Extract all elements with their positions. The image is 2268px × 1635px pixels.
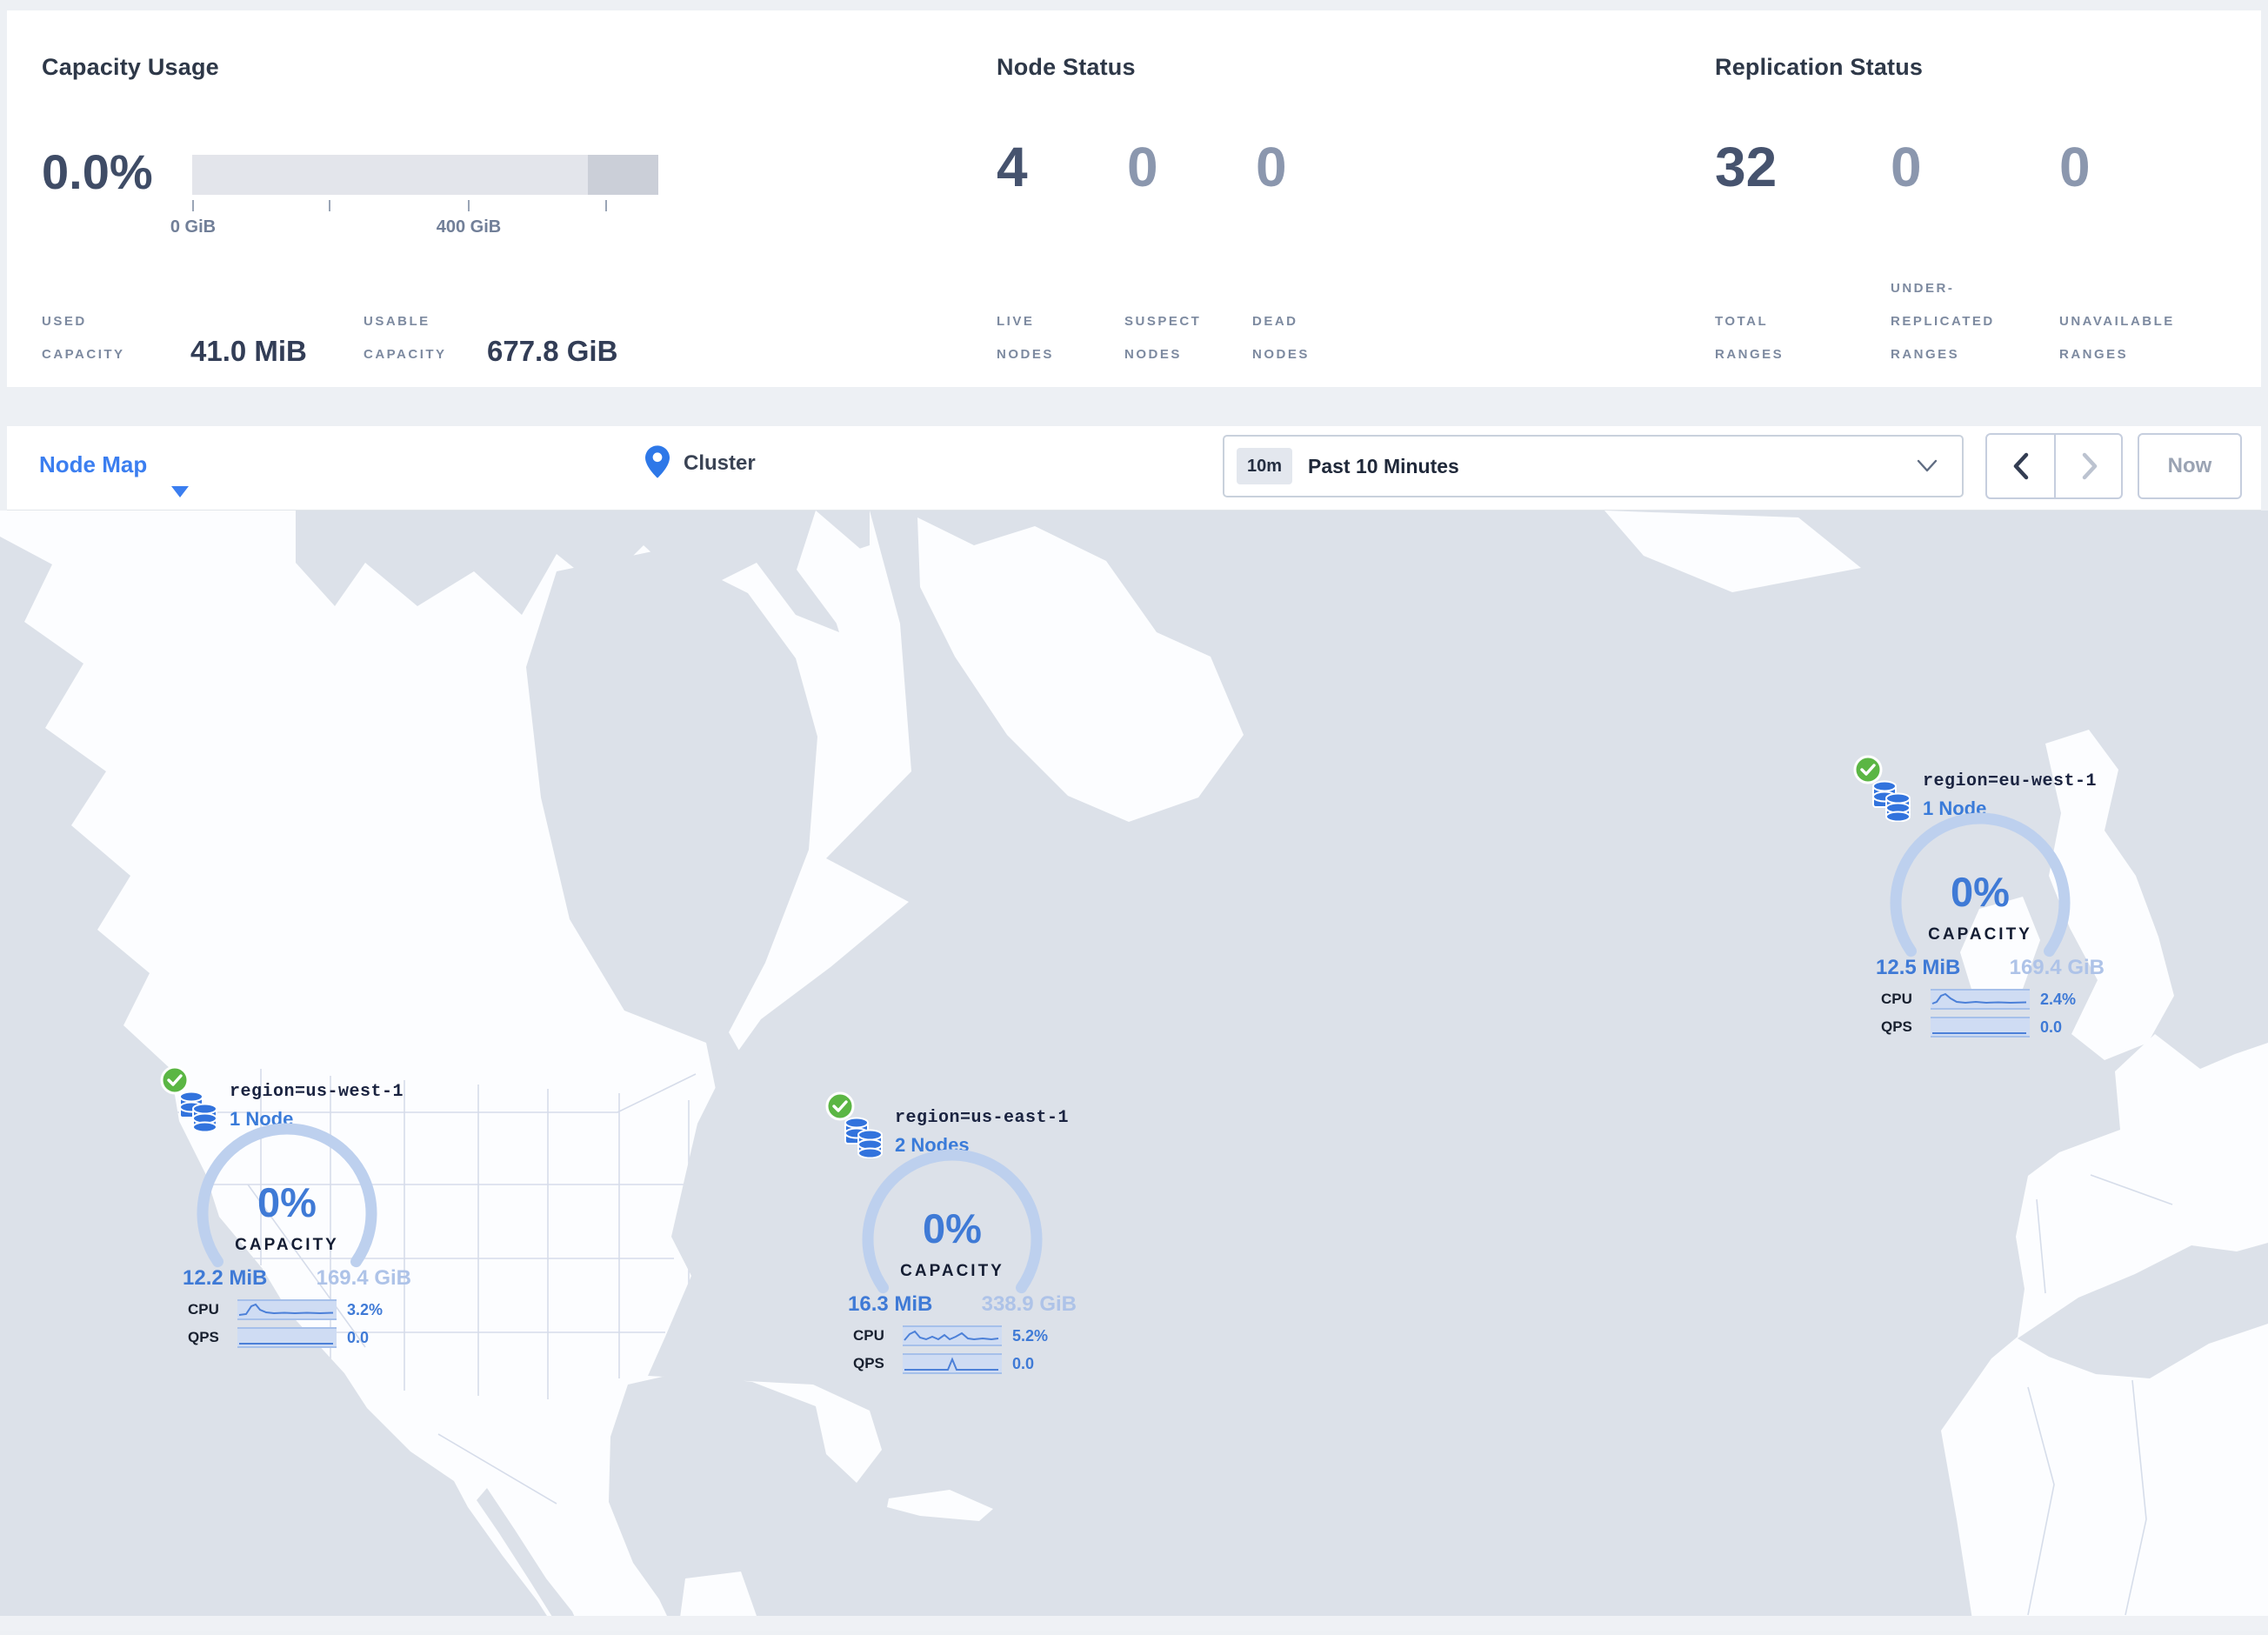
capacity-bar-nonusable-segment	[588, 155, 658, 195]
view-selector-dropdown[interactable]: Node Map	[39, 451, 189, 497]
time-step-forward-button[interactable]	[2056, 435, 2123, 497]
capacity-percent: 0%	[923, 1205, 982, 1251]
qps-label: QPS	[1881, 1018, 1912, 1035]
capacity-tick	[468, 200, 470, 211]
capacity-usage-title: Capacity Usage	[42, 54, 219, 80]
qps-sparkline	[237, 1327, 337, 1348]
total-capacity: 169.4 GiB	[316, 1266, 411, 1290]
time-range-badge: 10m	[1237, 448, 1293, 484]
locality-marker-us-west-1[interactable]: region=us-west-1 1 Node 0% CAPACITY 12.2…	[159, 1064, 446, 1353]
capacity-used-percent: 0.0%	[42, 144, 153, 199]
total-ranges-count: 32	[1715, 136, 1778, 198]
dead-nodes-label: DEAD NODES	[1252, 314, 1310, 362]
capacity-tick	[329, 200, 330, 211]
unavailable-ranges-count: 0	[2059, 136, 2091, 198]
dead-nodes-count: 0	[1256, 136, 1287, 198]
capacity-bar	[192, 155, 658, 195]
capacity-tick	[192, 200, 194, 211]
cpu-sparkline	[903, 1325, 1002, 1346]
breadcrumb-cluster-label: Cluster	[684, 451, 756, 475]
time-step-back-button[interactable]	[1987, 435, 2054, 497]
usable-capacity-label: USABLE CAPACITY	[364, 314, 447, 362]
total-capacity: 338.9 GiB	[981, 1292, 1077, 1316]
capacity-percent: 0%	[257, 1179, 317, 1225]
qps-value: 0.0	[347, 1329, 370, 1346]
cpu-sparkline	[237, 1299, 337, 1320]
cpu-label: CPU	[853, 1327, 884, 1344]
qps-sparkline	[903, 1353, 1002, 1374]
used-capacity-label: USED CAPACITY	[42, 314, 125, 362]
total-capacity: 169.4 GiB	[2009, 956, 2105, 979]
under-replicated-ranges-label: UNDER-REPLICATED RANGES	[1891, 281, 1995, 362]
cluster-summary-panel: Capacity Usage 0.0% 0 GiB 400 GiB USED C…	[7, 10, 2261, 387]
capacity-caption: CAPACITY	[900, 1262, 1004, 1280]
qps-label: QPS	[853, 1355, 884, 1371]
replication-status-title: Replication Status	[1715, 54, 1924, 80]
cpu-sparkline	[1931, 989, 2030, 1010]
chevron-right-icon	[2082, 452, 2097, 480]
cpu-value: 3.2%	[347, 1301, 384, 1318]
usable-capacity-value: 677.8 GiB	[487, 335, 618, 367]
chevron-down-icon	[1917, 459, 1938, 472]
capacity-tick-label-0: 0 GiB	[170, 217, 217, 237]
live-nodes-label: LIVE NODES	[997, 314, 1054, 362]
cpu-value: 5.2%	[1012, 1327, 1049, 1345]
chevron-down-icon	[171, 486, 189, 497]
qps-label: QPS	[188, 1329, 219, 1345]
total-ranges-label: TOTAL RANGES	[1715, 314, 1784, 362]
used-capacity: 12.2 MiB	[183, 1266, 268, 1290]
used-capacity: 16.3 MiB	[848, 1292, 933, 1316]
time-range-label: Past 10 Minutes	[1308, 455, 1459, 477]
suspect-nodes-label: SUSPECT NODES	[1124, 314, 1202, 362]
cpu-label: CPU	[188, 1301, 219, 1318]
under-replicated-ranges-count: 0	[1891, 136, 1922, 198]
qps-value: 0.0	[2040, 1018, 2063, 1036]
time-range-select[interactable]: 10m Past 10 Minutes	[1223, 435, 1964, 497]
capacity-tick-label-400: 400 GiB	[436, 217, 502, 237]
capacity-percent: 0%	[1951, 869, 2010, 915]
live-nodes-count: 4	[997, 136, 1028, 198]
time-step-buttons	[1985, 433, 2123, 499]
capacity-caption: CAPACITY	[1928, 925, 2032, 944]
capacity-tick	[605, 200, 607, 211]
suspect-nodes-count: 0	[1127, 136, 1158, 198]
qps-value: 0.0	[1012, 1355, 1035, 1372]
chevron-left-icon	[2013, 452, 2028, 480]
map-toolbar: Node Map Cluster 10m Past 10 Minutes Now	[7, 426, 2261, 511]
view-selector-label: Node Map	[39, 451, 148, 477]
used-capacity: 12.5 MiB	[1876, 956, 1961, 979]
node-status-title: Node Status	[997, 54, 1136, 80]
now-button[interactable]: Now	[2138, 433, 2242, 499]
capacity-caption: CAPACITY	[235, 1236, 339, 1254]
region-label: region=eu-west-1	[1923, 771, 2098, 791]
region-label: region=us-east-1	[895, 1108, 1070, 1128]
unavailable-ranges-label: UNAVAILABLE RANGES	[2059, 314, 2175, 362]
locality-marker-us-east-1[interactable]: region=us-east-1 2 Nodes 0% CAPACITY 16.…	[824, 1091, 1111, 1379]
used-capacity-value: 41.0 MiB	[190, 335, 307, 367]
cpu-value: 2.4%	[2040, 991, 2077, 1008]
cpu-label: CPU	[1881, 991, 1912, 1007]
map-pin-icon	[645, 445, 670, 478]
region-label: region=us-west-1	[230, 1082, 404, 1102]
locality-marker-eu-west-1[interactable]: region=eu-west-1 1 Node 0% CAPACITY 12.5…	[1852, 754, 2139, 1043]
qps-sparkline	[1931, 1017, 2030, 1038]
map-footer-strip	[0, 1616, 2268, 1631]
